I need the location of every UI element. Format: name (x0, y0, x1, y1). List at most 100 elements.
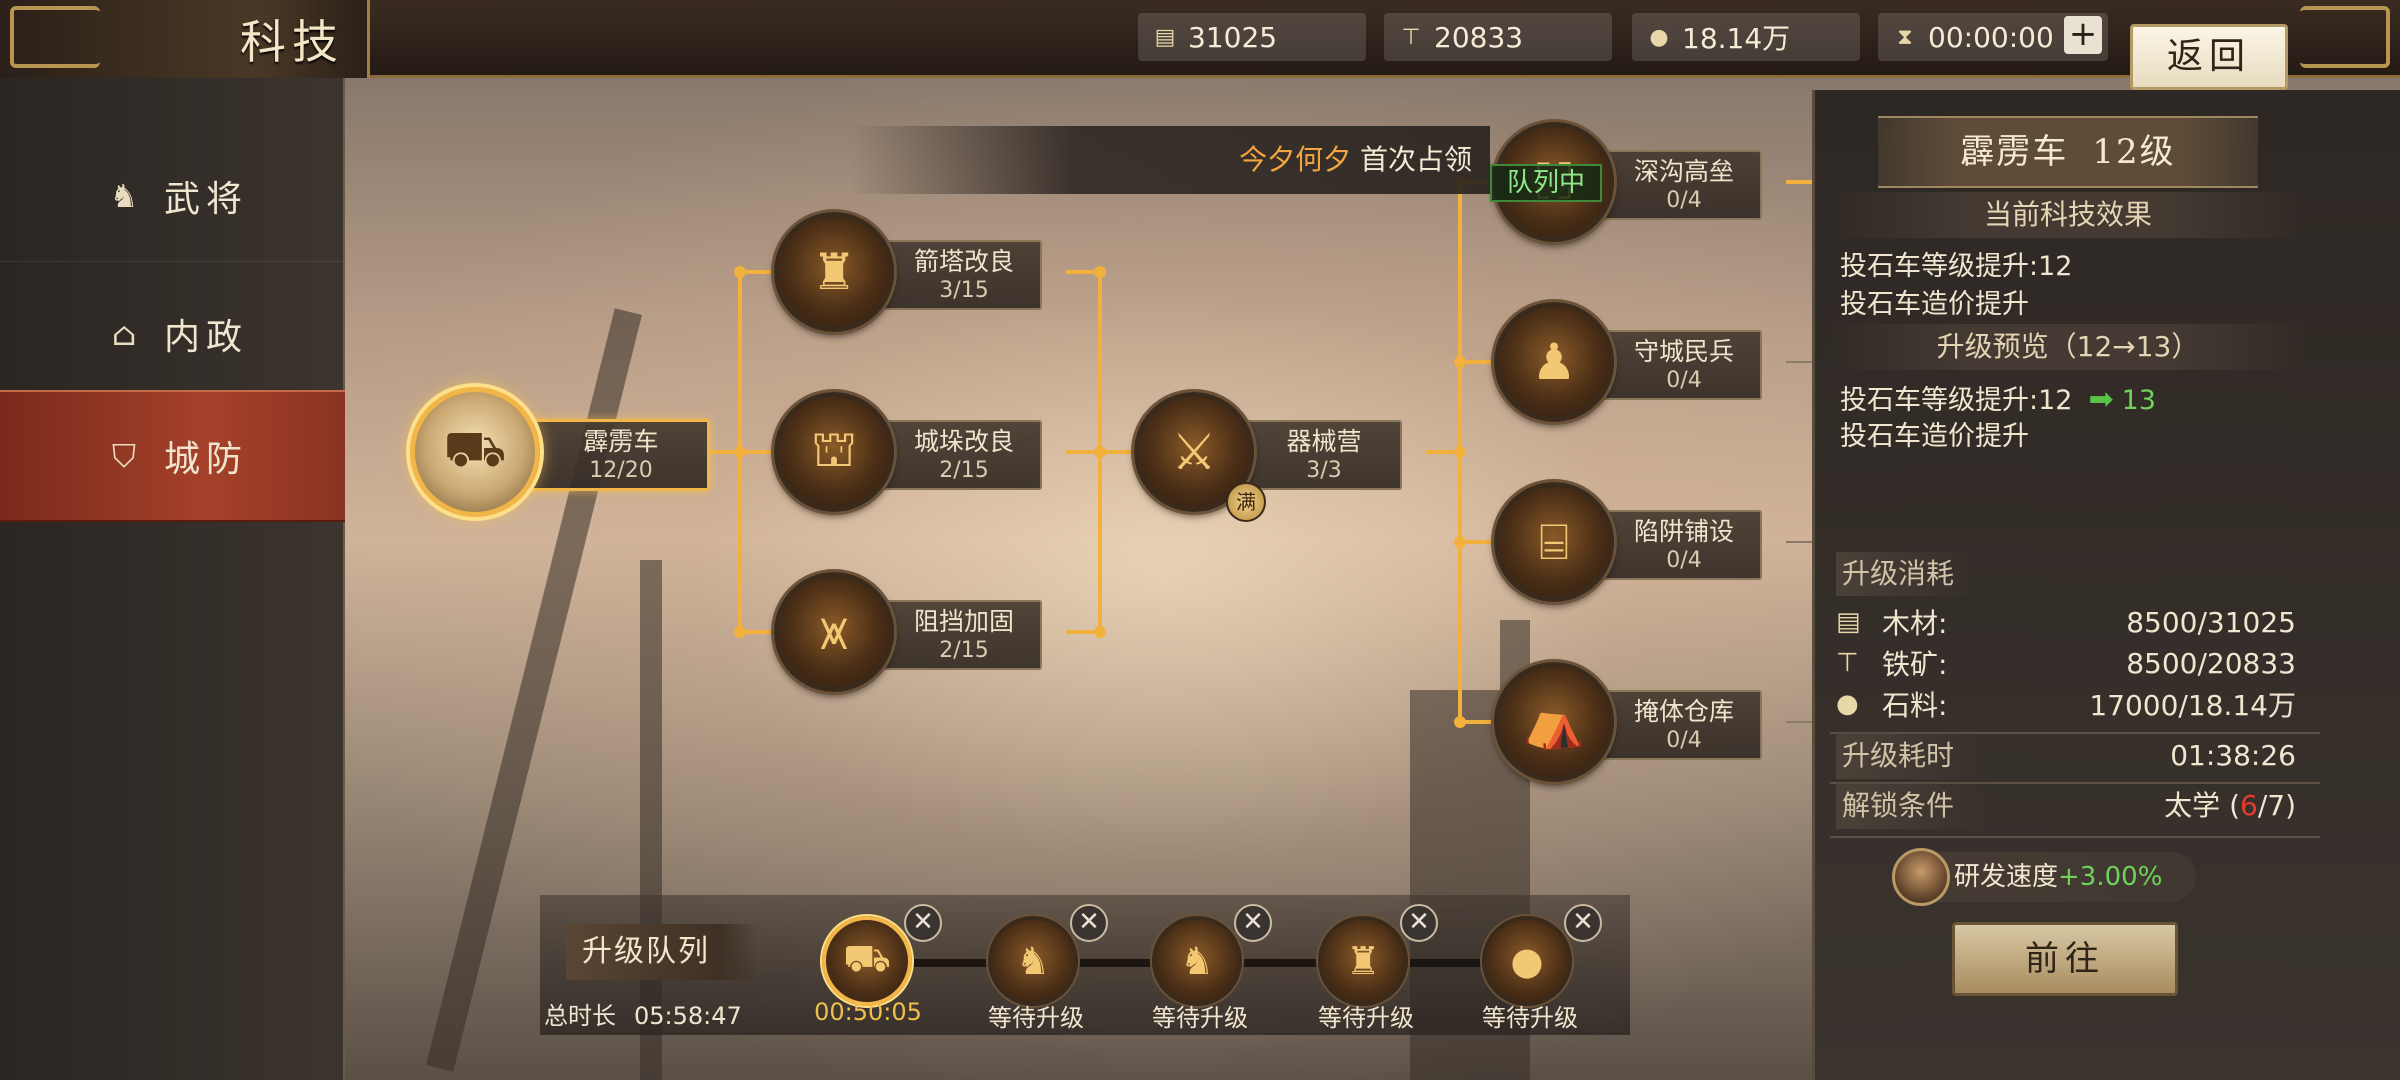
category-sidebar: ♞ 武将 ⌂ 内政 ⛉ 城防 (0, 78, 345, 1080)
unlock-condition-row: 解锁条件 太学 (6/7) (1836, 783, 2296, 829)
unlock-building-name: 太学 ( (2164, 789, 2240, 822)
cost-row-iron: ⊤ 铁矿: 8500/20833 (1836, 643, 2296, 683)
node-name: 城垛改良 (913, 427, 1014, 456)
stone-icon: ● (1482, 916, 1572, 1006)
node-level: 3/3 (1306, 458, 1342, 483)
unlock-condition-label: 解锁条件 (1836, 783, 1986, 829)
node-name: 掩体仓库 (1633, 697, 1734, 726)
back-button[interactable]: 返回 (2130, 24, 2288, 90)
catapult-icon: ⛟ (410, 387, 540, 517)
cancel-queue-button[interactable]: ✕ (1234, 904, 1272, 942)
upgrade-time-label: 升级耗时 (1836, 733, 1986, 779)
unlock-required-count: /7) (2257, 789, 2296, 822)
avatar (1892, 848, 1950, 906)
tab-generals[interactable]: ♞ 武将 (0, 130, 345, 262)
cost-value: 17000/18.14万 (2089, 689, 2296, 722)
shield-icon: ⛉ (111, 436, 142, 475)
resource-value: 00:00:00 (1928, 20, 2054, 54)
unlock-condition-value: 太学 (6/7) (2164, 783, 2296, 829)
cost-value: 8500/20833 (2126, 646, 2296, 680)
queue-status: 等待升级 (1482, 1004, 1578, 1032)
banner-highlight: 今夕何夕 (1239, 143, 1352, 176)
resource-iron: ⊤ 20833 (1384, 13, 1612, 61)
queue-status: 等待升级 (1318, 1004, 1414, 1032)
cancel-queue-button[interactable]: ✕ (904, 904, 942, 942)
research-speed-label: 研发速度 (1954, 862, 2059, 892)
preview-effect-line: 投石车等级提升:12 ➡ 13 (1840, 378, 2156, 417)
current-effect-heading: 当前科技效果 (1830, 192, 2306, 238)
research-speed-value: +3.00% (2058, 862, 2163, 892)
node-level: 2/15 (939, 638, 989, 663)
node-name: 霹雳车 (583, 427, 659, 456)
arrow-right-icon: ➡ (2088, 382, 2114, 417)
queue-status: 00:50:05 (814, 998, 922, 1026)
page-title: 科技 (240, 15, 344, 69)
top-bar: 科技 ▤ 31025 ⊤ 20833 ● 18.14万 ⧗ 00:00:00 + (0, 0, 2400, 78)
first-capture-banner: 今夕何夕 首次占领 (850, 126, 1490, 194)
general-icon: ♞ (988, 916, 1078, 1006)
cancel-queue-button[interactable]: ✕ (1564, 904, 1602, 942)
queued-tag: 队列中 (1490, 164, 1602, 202)
upgrade-time-value: 01:38:26 (2170, 739, 2296, 772)
resource-value: 18.14万 (1682, 22, 1791, 55)
wood-icon: ▤ (1836, 607, 1861, 637)
upgrade-time-row: 升级耗时 01:38:26 (1836, 733, 2296, 779)
preview-effect-label: 投石车等级提升:12 (1840, 385, 2073, 416)
cost-name: 铁矿: (1882, 648, 1948, 681)
node-level: 3/15 (939, 278, 989, 303)
militia-icon: ♟ (1494, 302, 1614, 422)
banner-text: 首次占领 (1359, 143, 1472, 176)
node-name: 陷阱铺设 (1633, 517, 1734, 546)
node-name: 器械营 (1286, 427, 1362, 456)
queue-status: 等待升级 (988, 1004, 1084, 1032)
current-effect-line: 投石车等级提升:12 (1840, 251, 2073, 282)
arrow-tower-icon: ♜ (1318, 916, 1408, 1006)
node-plate: 霹雳车 12/20 (510, 419, 710, 491)
resource-wood: ▤ 31025 (1138, 13, 1366, 61)
tab-label: 城防 (164, 439, 249, 480)
cost-row-stone: ● 石料: 17000/18.14万 (1836, 684, 2296, 724)
upgrade-preview-heading: 升级预览（12→13） (1830, 324, 2306, 370)
preview-new-value: 13 (2121, 385, 2156, 416)
total-time-value: 05:58:47 (634, 1002, 742, 1030)
node-level: 0/4 (1666, 728, 1702, 753)
resource-value: 31025 (1188, 20, 1278, 54)
tab-city-defense[interactable]: ⛉ 城防 (0, 390, 345, 522)
general-icon: ♞ (1152, 916, 1242, 1006)
cancel-queue-button[interactable]: ✕ (1070, 904, 1108, 942)
node-name: 阻挡加固 (913, 607, 1014, 636)
upgrade-cost-heading: 升级消耗 (1836, 552, 1976, 596)
barricade-icon: ⩙ (774, 572, 894, 692)
corner-ornament (2300, 6, 2390, 68)
wood-icon: ▤ (1154, 24, 1176, 50)
cost-row-wood: ▤ 木材: 8500/31025 (1836, 602, 2296, 642)
stone-icon: ● (1836, 689, 1859, 719)
total-time-label: 总时长 (544, 1002, 616, 1030)
add-speedup-button[interactable]: + (2064, 16, 2102, 54)
queue-total-time: 总时长 05:58:47 (544, 996, 742, 1031)
node-name: 守城民兵 (1633, 337, 1734, 366)
arrow-tower-icon: ♜ (774, 212, 894, 332)
iron-icon: ⊤ (1836, 648, 1859, 678)
queue-status: 等待升级 (1152, 1004, 1248, 1032)
title-plate: 科技 (0, 0, 370, 78)
cost-value: 8500/31025 (2126, 605, 2296, 639)
stone-icon: ● (1649, 24, 1669, 50)
tech-name: 霹雳车 (1960, 132, 2069, 172)
unlock-current-count: 6 (2240, 789, 2258, 822)
tech-level: 12级 (2092, 132, 2176, 172)
cancel-queue-button[interactable]: ✕ (1400, 904, 1438, 942)
go-button[interactable]: 前往 (1952, 922, 2178, 996)
general-icon: ♞ (109, 176, 145, 215)
catapult-icon: ⛟ (822, 916, 912, 1006)
node-level: 12/20 (589, 458, 653, 483)
node-level: 2/15 (939, 458, 989, 483)
tab-label: 武将 (164, 178, 249, 220)
node-level: 0/4 (1666, 188, 1702, 213)
tab-label: 内政 (164, 316, 249, 358)
node-level: 0/4 (1666, 368, 1702, 393)
corner-ornament (10, 6, 100, 68)
divider (1830, 836, 2320, 838)
tab-domestic[interactable]: ⌂ 内政 (0, 268, 345, 400)
speedup-icon: ⧗ (1897, 24, 1913, 50)
